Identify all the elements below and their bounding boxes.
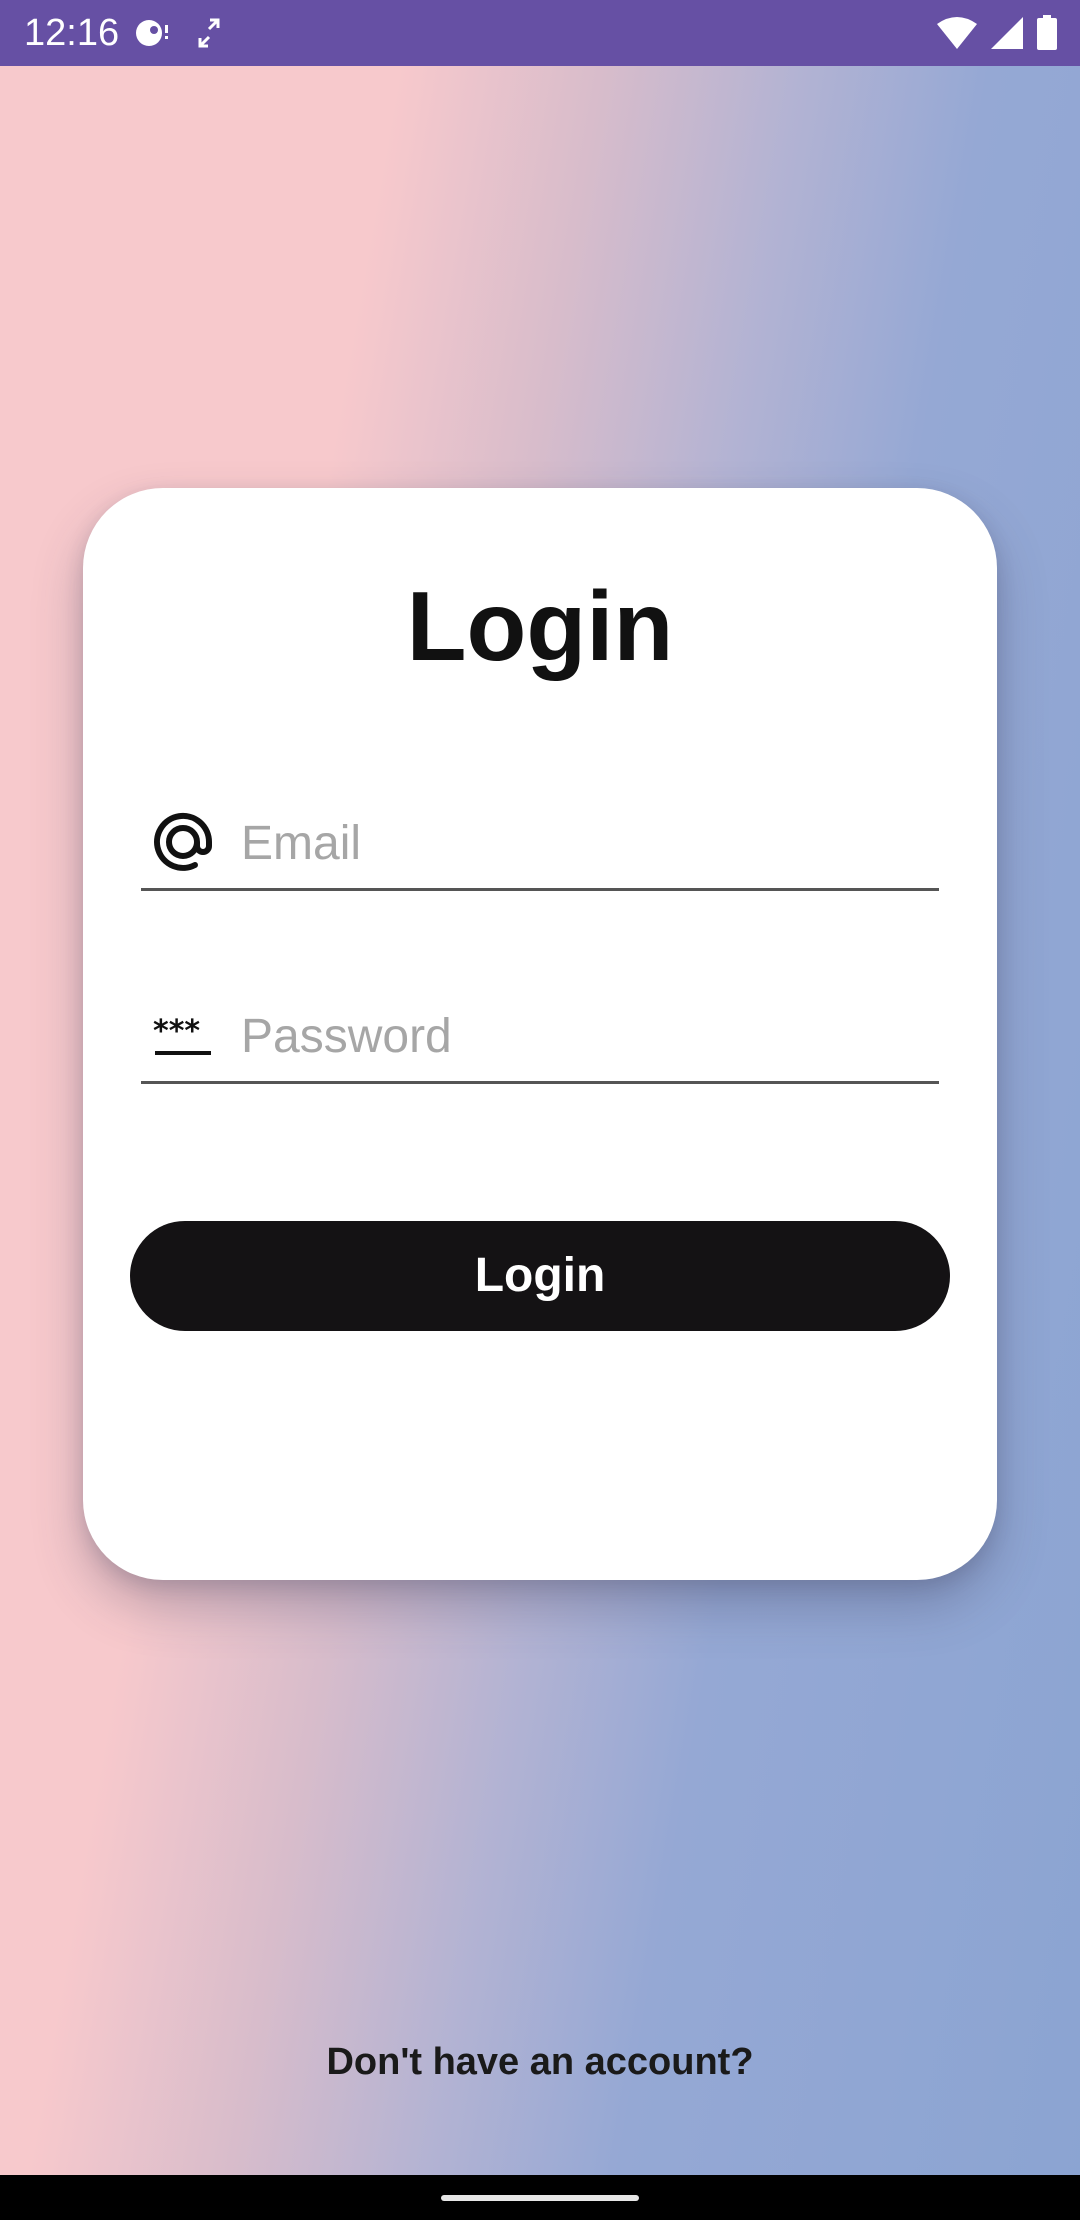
- password-dots-icon: ***: [153, 1005, 213, 1065]
- status-left-icons: [134, 14, 222, 52]
- home-handle[interactable]: [441, 2195, 639, 2201]
- signup-link[interactable]: Don't have an account?: [0, 2034, 1080, 2090]
- svg-text:***: ***: [153, 1014, 200, 1049]
- email-input[interactable]: [241, 806, 931, 880]
- status-right-icons: [936, 14, 1058, 52]
- at-sign-icon: [153, 812, 213, 872]
- media-disc-icon: [134, 15, 174, 51]
- email-field[interactable]: [141, 798, 939, 891]
- login-title: Login: [406, 571, 674, 681]
- status-bar: 12:16: [0, 0, 1080, 66]
- login-card: Login *** Login: [83, 488, 997, 1580]
- battery-icon: [1036, 15, 1058, 51]
- fullscreen-arrows-icon: [196, 16, 222, 50]
- wifi-icon: [936, 16, 978, 50]
- login-button[interactable]: Login: [130, 1221, 950, 1331]
- password-input[interactable]: [241, 999, 931, 1073]
- cell-signal-icon: [990, 16, 1024, 50]
- password-field[interactable]: ***: [141, 991, 939, 1084]
- status-time: 12:16: [24, 12, 120, 54]
- navigation-bar: [0, 2175, 1080, 2220]
